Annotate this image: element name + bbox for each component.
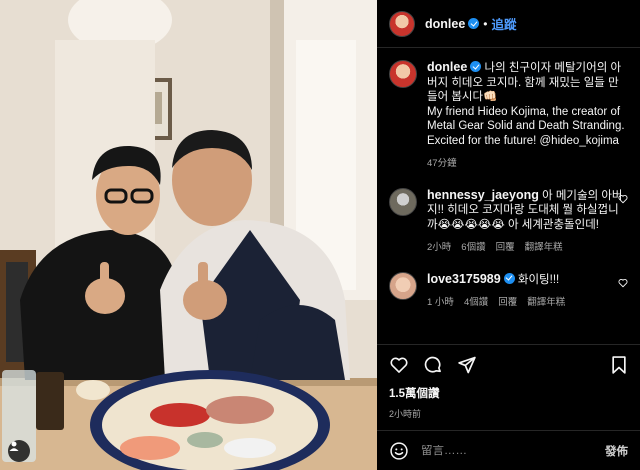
photo-illustration (0, 0, 377, 470)
verified-badge-icon (468, 18, 480, 29)
post-comment-button[interactable]: 發佈 (605, 443, 628, 459)
like-count[interactable]: 1.5萬個讚 (389, 385, 628, 401)
post-time[interactable]: 2小時前 (389, 407, 628, 420)
verified-badge-icon (470, 61, 482, 72)
comment-body: love3175989 화이팅!!! 1 小時 4個讚 回覆 翻譯年糕 (427, 272, 627, 311)
reply-button[interactable]: 回覆 (498, 296, 517, 311)
caption-avatar[interactable] (389, 60, 417, 88)
comment-icon (424, 356, 441, 373)
bookmark-icon (612, 356, 626, 374)
comment-like-heart-icon[interactable] (618, 278, 628, 288)
commenter-username[interactable]: love3175989 (427, 272, 501, 286)
comment-composer: 發佈 (377, 430, 640, 470)
comment-text: 화이팅!!! (517, 273, 560, 286)
post-photo[interactable] (0, 0, 377, 470)
caption-age: 47分鐘 (427, 158, 457, 169)
comment-item: hennessy_jaeyong 아 메기술의 아버지!! 히데오 코지마랑 도… (377, 187, 640, 256)
comment-button[interactable] (423, 355, 443, 375)
comment-meta: 1 小時 4個讚 回覆 翻譯年糕 (427, 296, 627, 311)
comments-scroll-area[interactable]: donlee 나의 친구이자 메탈기어의 아버지 히데오 코지마. 함께 재밌는… (377, 48, 640, 344)
comment-age[interactable]: 1 小時 (427, 296, 454, 311)
post-caption: donlee 나의 친구이자 메탈기어의 아버지 히데오 코지마. 함께 재밌는… (377, 48, 640, 172)
commenter-avatar[interactable] (389, 271, 417, 300)
user-icon (9, 441, 19, 451)
comment-like-heart-icon[interactable] (618, 194, 628, 204)
emoji-button[interactable] (389, 441, 409, 461)
post-header: donlee • 追蹤 (377, 0, 640, 48)
separator-dot: • (483, 16, 488, 31)
caption-english-text: My friend Hideo Kojima, the creator of M… (427, 105, 625, 147)
comment-age[interactable]: 2小時 (427, 241, 451, 256)
heart-icon (618, 194, 628, 203)
follow-button[interactable]: 追蹤 (492, 14, 517, 33)
share-icon (458, 356, 476, 374)
translate-button[interactable]: 翻譯年糕 (525, 241, 563, 256)
heart-icon (390, 357, 408, 373)
emoji-icon (390, 441, 408, 460)
comment-item: love3175989 화이팅!!! 1 小時 4個讚 回覆 翻譯年糕 (377, 271, 640, 311)
comment-meta: 2小時 6個讚 回覆 翻譯年糕 (427, 241, 627, 256)
commenter-username[interactable]: hennessy_jaeyong (427, 188, 539, 202)
comment-body: hennessy_jaeyong 아 메기술의 아버지!! 히데오 코지마랑 도… (427, 188, 627, 256)
tagged-user-icon[interactable] (8, 440, 30, 462)
author-username[interactable]: donlee (425, 17, 465, 31)
verified-badge-icon (503, 272, 515, 284)
like-button[interactable] (389, 355, 409, 375)
share-button[interactable] (457, 355, 477, 375)
post-actions: 1.5萬個讚 2小時前 (377, 344, 640, 420)
author-avatar[interactable] (389, 10, 415, 37)
caption-block: donlee 나의 친구이자 메탈기어의 아버지 히데오 코지마. 함께 재밌는… (427, 60, 628, 172)
translate-button[interactable]: 翻譯年糕 (527, 296, 565, 311)
action-icons-row (389, 345, 628, 385)
commenter-avatar[interactable] (389, 187, 417, 216)
save-button[interactable] (610, 355, 628, 375)
caption-username[interactable]: donlee (427, 60, 467, 74)
reply-button[interactable]: 回覆 (496, 241, 515, 256)
comment-like-count[interactable]: 6個讚 (461, 241, 485, 256)
post-detail-panel: donlee • 追蹤 donlee 나의 친구이자 메탈기어의 아버지 히데오… (377, 0, 640, 470)
comment-input[interactable] (421, 444, 605, 457)
heart-icon (618, 278, 628, 287)
comment-like-count[interactable]: 4個讚 (464, 296, 488, 311)
